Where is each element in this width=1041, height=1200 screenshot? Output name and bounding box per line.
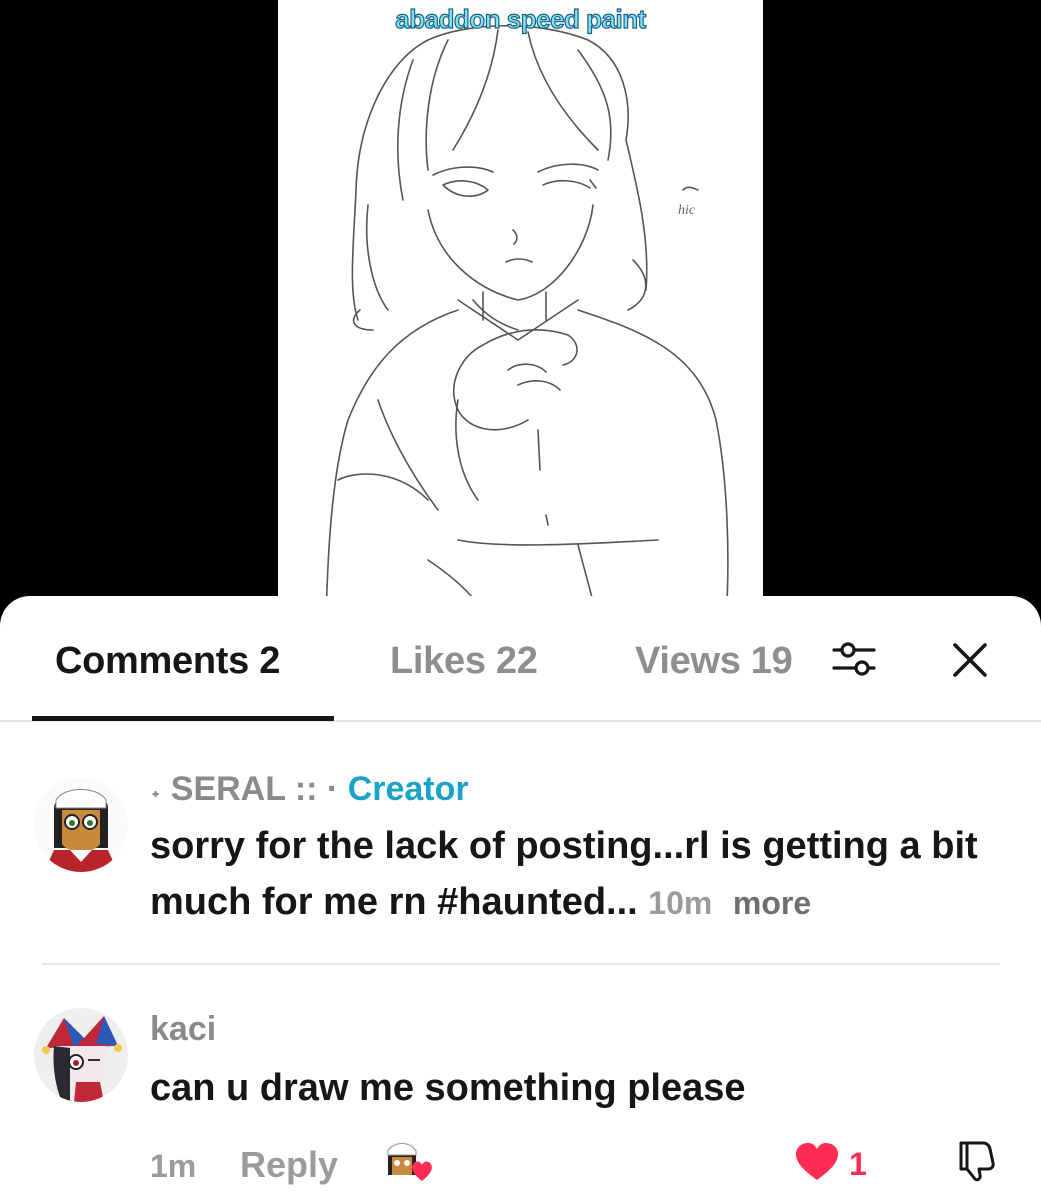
reply-button[interactable]: Reply bbox=[240, 1144, 338, 1186]
comment-author[interactable]: kaci bbox=[150, 1010, 216, 1049]
like-button[interactable] bbox=[794, 1142, 840, 1187]
avatar[interactable] bbox=[34, 1008, 128, 1102]
video-player[interactable]: hic abaddon speed paint bbox=[0, 0, 1041, 620]
sketch-drawing: hic bbox=[325, 24, 729, 620]
creator-badge: Creator bbox=[347, 770, 469, 808]
filter-icon[interactable] bbox=[830, 636, 878, 689]
more-link[interactable]: more bbox=[733, 885, 811, 921]
creator-liked-icon bbox=[382, 1139, 434, 1183]
tab-bar: Comments 2 Likes 22 Views 19 bbox=[0, 596, 1041, 722]
sketch-note: hic bbox=[678, 203, 696, 218]
comment-time: 10m bbox=[648, 885, 713, 921]
comment-author[interactable]: ˖ SERAL :: · Creator bbox=[150, 770, 469, 809]
like-count: 1 bbox=[849, 1146, 867, 1182]
comments-sheet: Comments 2 Likes 22 Views 19 ˖ SERAL:: … bbox=[0, 596, 1041, 1200]
video-frame: hic abaddon speed paint bbox=[278, 0, 763, 620]
comment-body: sorry for the lack of posting...rl is ge… bbox=[150, 825, 978, 923]
tab-views[interactable]: Views 19 bbox=[635, 640, 805, 683]
tab-comments[interactable]: Comments 2 bbox=[55, 640, 280, 683]
author-name: ˖ SERAL :: · bbox=[150, 770, 339, 808]
comment-text: sorry for the lack of posting...rl is ge… bbox=[150, 818, 1010, 931]
close-icon[interactable] bbox=[950, 640, 990, 685]
video-title: abaddon speed paint bbox=[395, 3, 647, 34]
tab-likes[interactable]: Likes 22 bbox=[390, 640, 538, 683]
comment-body: can u draw me something please bbox=[150, 1067, 746, 1109]
comment-time: 1m bbox=[150, 1148, 197, 1184]
comment-divider bbox=[42, 963, 1000, 965]
dislike-icon[interactable] bbox=[953, 1137, 999, 1188]
avatar[interactable] bbox=[34, 778, 128, 872]
heart-icon bbox=[796, 1143, 838, 1180]
active-tab-indicator bbox=[32, 716, 334, 721]
